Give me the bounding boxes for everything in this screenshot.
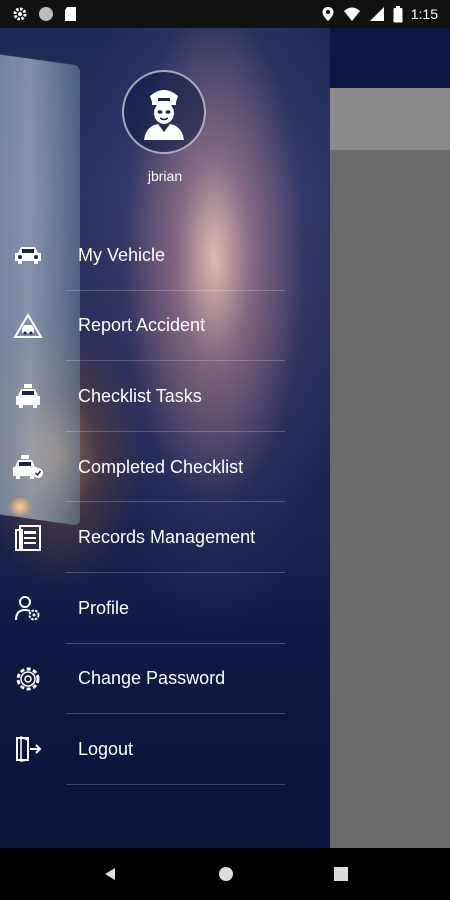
taxi-check-icon (12, 451, 44, 483)
menu-item-my-vehicle[interactable]: My Vehicle (0, 220, 330, 291)
menu-label-change-password: Change Password (78, 668, 226, 689)
menu-label-my-vehicle: My Vehicle (78, 244, 166, 265)
back-icon[interactable] (102, 866, 118, 882)
menu-label-report-accident: Report Accident (78, 315, 206, 336)
app-card (330, 88, 450, 150)
home-icon[interactable] (218, 866, 234, 882)
menu-item-change-password[interactable]: Change Password (0, 644, 330, 715)
settings-icon (13, 7, 27, 21)
drawer-menu: My Vehicle Report Accident Checklist Tas… (0, 220, 330, 785)
status-right-icons: 1:15 (321, 5, 438, 23)
circle-icon (39, 7, 53, 21)
location-icon (322, 7, 334, 21)
username: jbrian (147, 168, 183, 184)
menu-item-records-management[interactable]: Records Management (0, 502, 330, 573)
gear-icon (12, 663, 44, 695)
car-icon (12, 239, 44, 271)
system-nav-bar (0, 848, 450, 900)
status-time: 1:15 (410, 6, 438, 22)
accident-icon (12, 310, 44, 342)
avatar[interactable] (122, 70, 206, 154)
sd-card-icon (65, 7, 76, 21)
logout-icon (12, 733, 44, 765)
menu-label-completed-checklist: Completed Checklist (78, 456, 244, 477)
menu-item-logout[interactable]: Logout (0, 714, 330, 785)
chauffeur-avatar-icon (144, 90, 184, 140)
menu-divider (66, 783, 285, 785)
menu-item-checklist-tasks[interactable]: Checklist Tasks (0, 361, 330, 432)
taxi-icon (12, 380, 44, 412)
menu-item-profile[interactable]: Profile (0, 573, 330, 644)
records-icon (12, 522, 44, 554)
menu-label-profile: Profile (78, 597, 130, 618)
menu-label-checklist-tasks: Checklist Tasks (78, 385, 202, 406)
status-left-icons (12, 6, 78, 22)
status-bar: 1:15 (0, 0, 450, 28)
signal-icon (369, 7, 384, 21)
battery-icon (393, 5, 403, 22)
navigation-drawer: jbrian My Vehicle Report Accident Checkl… (0, 28, 330, 848)
menu-item-completed-checklist[interactable]: Completed Checklist (0, 432, 330, 503)
profile-gear-icon (12, 592, 44, 624)
menu-label-records-management: Records Management (78, 527, 256, 548)
menu-item-report-accident[interactable]: Report Accident (0, 291, 330, 362)
recents-icon[interactable] (334, 867, 348, 881)
menu-label-logout: Logout (78, 738, 134, 759)
wifi-icon (343, 7, 360, 21)
